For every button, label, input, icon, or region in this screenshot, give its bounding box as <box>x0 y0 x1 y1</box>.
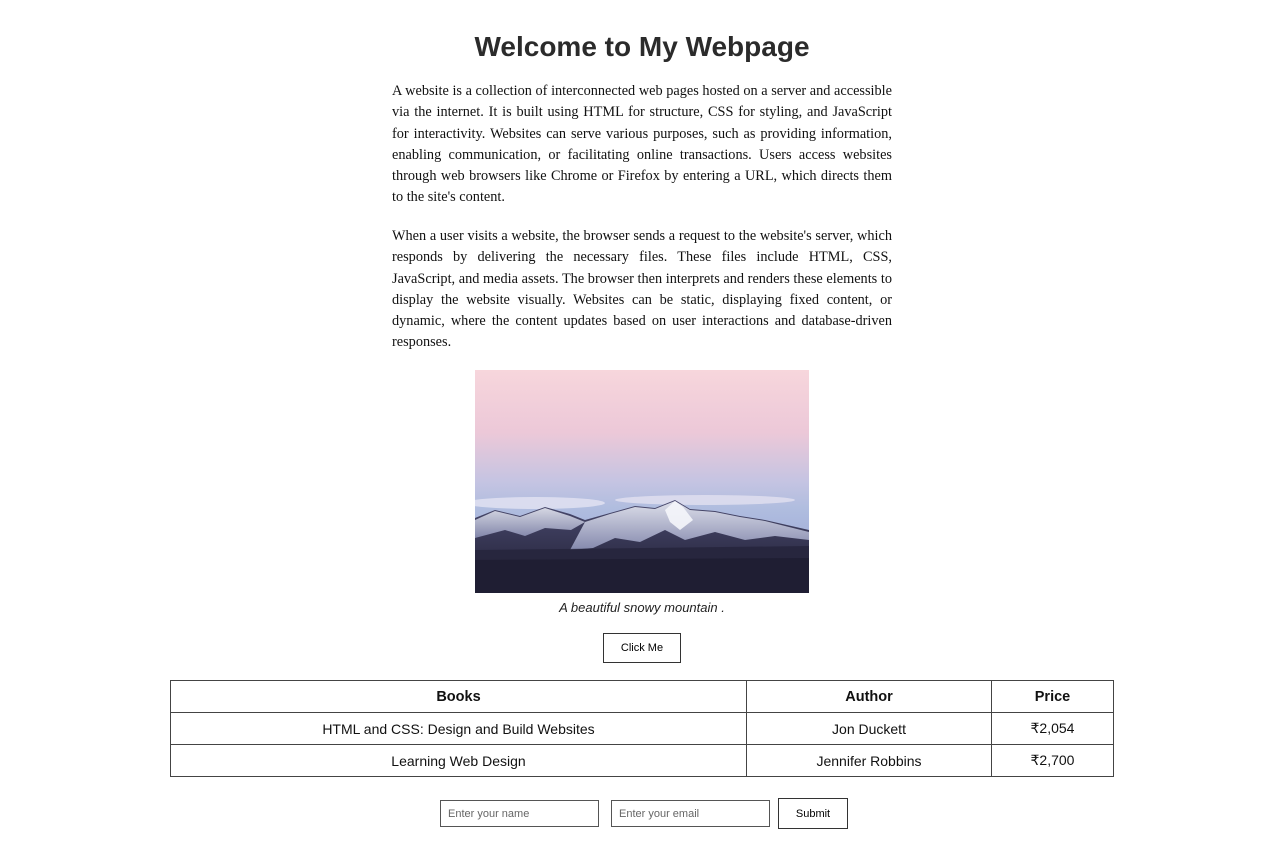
book-author-cell: Jennifer Robbins <box>746 744 992 777</box>
click-me-button[interactable]: Click Me <box>603 633 681 663</box>
image-caption: A beautiful snowy mountain . <box>559 600 725 615</box>
book-price-cell: ₹2,700 <box>991 744 1114 777</box>
table-row: HTML and CSS: Design and Build Websites … <box>170 712 1114 745</box>
name-field[interactable] <box>440 800 599 827</box>
column-header-author: Author <box>746 680 992 713</box>
table-header-row: Books Author Price <box>170 680 1114 713</box>
book-price-cell: ₹2,054 <box>991 712 1114 745</box>
email-field[interactable] <box>611 800 770 827</box>
column-header-books: Books <box>170 680 747 713</box>
mountain-image <box>475 370 809 593</box>
table-row: Learning Web Design Jennifer Robbins ₹2,… <box>170 744 1114 777</box>
intro-paragraph: A website is a collection of interconnec… <box>392 83 892 206</box>
column-header-price: Price <box>991 680 1114 713</box>
books-table: Books Author Price HTML and CSS: Design … <box>170 680 1114 777</box>
submit-button[interactable]: Submit <box>778 798 848 829</box>
book-title-cell: HTML and CSS: Design and Build Websites <box>170 712 747 745</box>
book-author-cell: Jon Duckett <box>746 712 992 745</box>
book-title-cell: Learning Web Design <box>170 744 747 777</box>
page-title: Welcome to My Webpage <box>474 31 810 62</box>
second-paragraph: When a user visits a website, the browse… <box>392 228 892 351</box>
